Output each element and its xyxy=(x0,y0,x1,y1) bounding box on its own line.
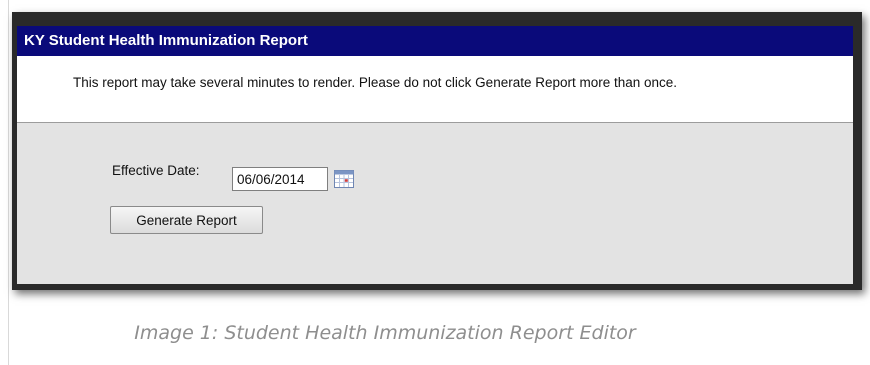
notice-panel: This report may take several minutes to … xyxy=(17,56,853,123)
effective-date-input[interactable] xyxy=(232,167,328,191)
report-form: Effective Date: Generate Report xyxy=(17,123,853,284)
report-editor-window: KY Student Health Immunization Report Th… xyxy=(17,26,853,284)
effective-date-label: Effective Date: xyxy=(112,163,200,178)
render-notice-text: This report may take several minutes to … xyxy=(73,75,678,90)
calendar-icon[interactable] xyxy=(334,170,354,188)
generate-report-button[interactable]: Generate Report xyxy=(110,206,263,234)
report-title: KY Student Health Immunization Report xyxy=(17,26,853,56)
page-left-rule xyxy=(8,0,9,365)
image-caption: Image 1: Student Health Immunization Rep… xyxy=(134,322,636,344)
